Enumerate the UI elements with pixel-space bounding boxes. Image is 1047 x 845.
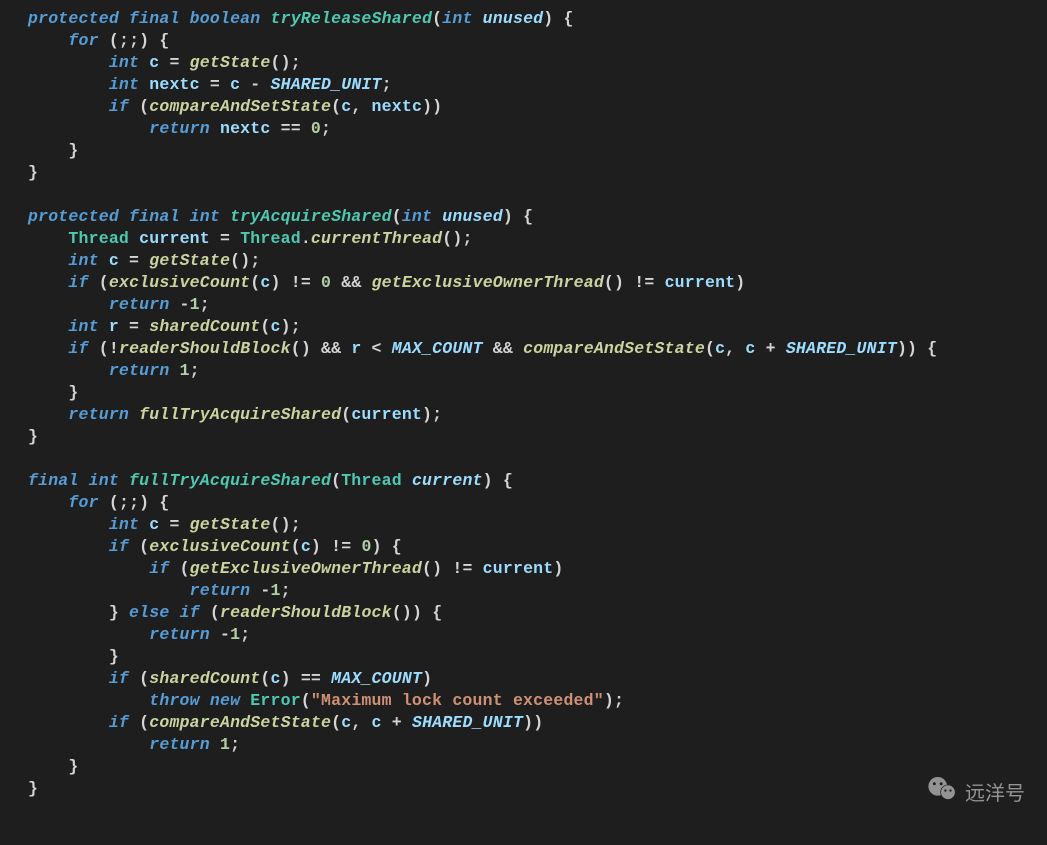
code-line[interactable]: if (compareAndSetState(c, c + SHARED_UNI… [0,712,1047,734]
code-line[interactable]: int c = getState(); [0,52,1047,74]
code-line[interactable]: final int fullTryAcquireShared(Thread cu… [0,470,1047,492]
code-line[interactable]: int r = sharedCount(c); [0,316,1047,338]
code-line[interactable]: if (sharedCount(c) == MAX_COUNT) [0,668,1047,690]
code-line[interactable]: int nextc = c - SHARED_UNIT; [0,74,1047,96]
watermark-text: 远洋号 [965,777,1025,806]
wechat-icon [925,771,959,811]
code-line[interactable]: return fullTryAcquireShared(current); [0,404,1047,426]
code-line[interactable]: } [0,140,1047,162]
code-line[interactable]: } else if (readerShouldBlock()) { [0,602,1047,624]
code-line[interactable]: for (;;) { [0,30,1047,52]
code-line[interactable]: for (;;) { [0,492,1047,514]
code-line[interactable]: return -1; [0,624,1047,646]
code-line[interactable]: Thread current = Thread.currentThread(); [0,228,1047,250]
code-line[interactable]: if (exclusiveCount(c) != 0 && getExclusi… [0,272,1047,294]
code-line[interactable]: throw new Error("Maximum lock count exce… [0,690,1047,712]
code-line[interactable]: return -1; [0,294,1047,316]
code-line[interactable]: } [0,646,1047,668]
code-line[interactable]: return -1; [0,580,1047,602]
code-line[interactable]: return 1; [0,360,1047,382]
code-line[interactable]: if (compareAndSetState(c, nextc)) [0,96,1047,118]
code-line[interactable]: protected final int tryAcquireShared(int… [0,206,1047,228]
code-line[interactable] [0,184,1047,206]
code-line[interactable]: protected final boolean tryReleaseShared… [0,8,1047,30]
code-line[interactable]: } [0,756,1047,778]
code-line[interactable]: return nextc == 0; [0,118,1047,140]
code-line[interactable]: if (getExclusiveOwnerThread() != current… [0,558,1047,580]
watermark: 远洋号 [925,771,1025,811]
code-line[interactable]: } [0,162,1047,184]
code-line[interactable]: } [0,778,1047,800]
code-line[interactable]: } [0,382,1047,404]
code-editor[interactable]: protected final boolean tryReleaseShared… [0,0,1047,800]
code-line[interactable]: if (!readerShouldBlock() && r < MAX_COUN… [0,338,1047,360]
code-line[interactable]: if (exclusiveCount(c) != 0) { [0,536,1047,558]
code-line[interactable]: } [0,426,1047,448]
code-line[interactable] [0,448,1047,470]
code-line[interactable]: int c = getState(); [0,250,1047,272]
code-line[interactable]: int c = getState(); [0,514,1047,536]
code-line[interactable]: return 1; [0,734,1047,756]
